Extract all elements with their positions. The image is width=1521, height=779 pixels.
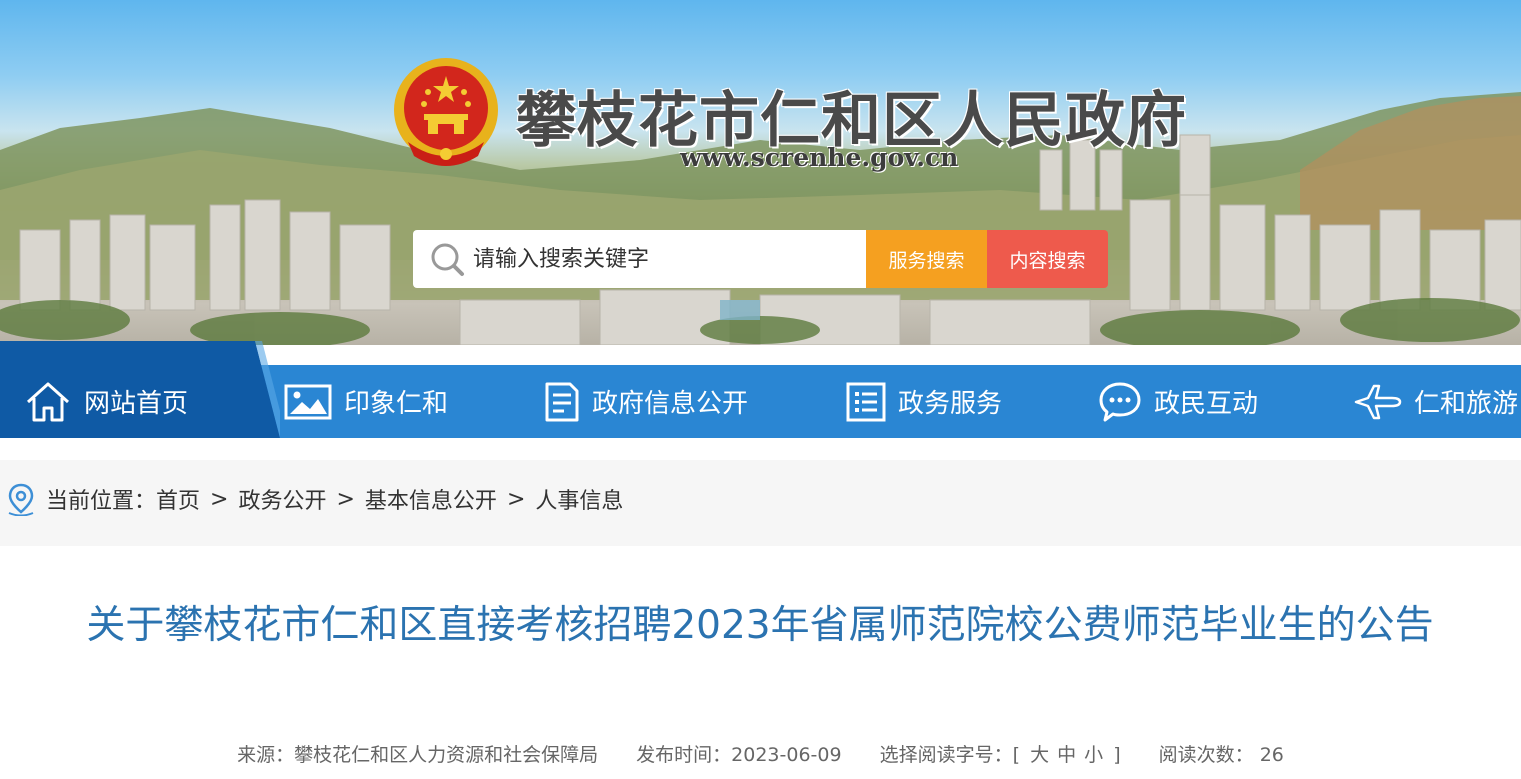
article-meta: 来源：攀枝花仁和区人力资源和社会保障局 发布时间：2023-06-09 选择阅读… [0, 740, 1521, 767]
breadcrumb-link-personnel[interactable]: 人事信息 [535, 483, 623, 515]
views-label: 阅读次数： [1158, 744, 1254, 766]
nav-item-gov-service[interactable]: 政务服务 [846, 365, 1002, 438]
view-count: 阅读次数： 26 [1159, 744, 1284, 766]
nav-item-interaction[interactable]: 政民互动 [1098, 365, 1258, 438]
search-input[interactable] [473, 246, 853, 272]
nav-item-label: 仁和旅游 [1414, 389, 1519, 419]
nav-item-home[interactable]: 网站首页 [24, 365, 188, 438]
source-label: 来源： [237, 744, 295, 766]
search-icon [431, 243, 464, 276]
breadcrumb-separator: > [210, 486, 229, 512]
service-search-button[interactable]: 服务搜索 [866, 230, 987, 288]
date-value: 2023-06-09 [731, 744, 842, 766]
breadcrumb-link-home[interactable]: 首页 [156, 483, 200, 515]
chat-icon [1099, 382, 1141, 421]
nav-item-label: 网站首页 [84, 389, 189, 419]
airplane-icon [1354, 384, 1402, 419]
breadcrumb: 当前位置： 首页 > 政务公开 > 基本信息公开 > 人事信息 [6, 482, 623, 516]
location-pin-icon [8, 483, 34, 516]
header-banner: 攀枝花市仁和区人民政府 www.screnhe.gov.cn 服务搜索 内容搜索 [0, 0, 1521, 345]
national-emblem-logo [394, 58, 498, 166]
nav-item-tourism[interactable]: 仁和旅游 [1354, 365, 1518, 438]
article-title: 关于攀枝花市仁和区直接考核招聘2023年省属师范院校公费师范毕业生的公告 [86, 603, 1434, 648]
font-size-selector: 选择阅读字号：[ 大中小 ] [879, 744, 1121, 766]
site-url: www.screnhe.gov.cn [680, 143, 959, 172]
home-icon [26, 382, 70, 421]
nav-item-label: 印象仁和 [344, 389, 449, 419]
font-size-small-link[interactable]: 小 [1084, 744, 1103, 766]
nav-item-label: 政府信息公开 [592, 389, 749, 419]
list-icon [846, 382, 886, 421]
breadcrumb-prefix: 当前位置： [46, 489, 157, 514]
nav-item-label: 政民互动 [1154, 389, 1259, 419]
publish-date: 发布时间：2023-06-09 [636, 744, 841, 766]
picture-icon [284, 384, 332, 419]
source-info: 来源：攀枝花仁和区人力资源和社会保障局 [237, 744, 598, 766]
nav-item-gov-info[interactable]: 政府信息公开 [544, 365, 748, 438]
city-scenery-image [0, 92, 1521, 345]
breadcrumb-link-basic-info[interactable]: 基本信息公开 [365, 483, 497, 515]
breadcrumb-separator: > [336, 486, 355, 512]
nav-item-label: 政务服务 [898, 389, 1003, 419]
content-search-button[interactable]: 内容搜索 [987, 230, 1108, 288]
views-value: 26 [1259, 744, 1284, 766]
font-size-large-link[interactable]: 大 [1030, 744, 1049, 766]
nav-item-impression[interactable]: 印象仁和 [284, 365, 448, 438]
search-box [413, 230, 867, 288]
document-icon [545, 382, 579, 421]
breadcrumb-link-gov-affairs[interactable]: 政务公开 [238, 483, 326, 515]
font-size-medium-link[interactable]: 中 [1057, 744, 1076, 766]
date-label: 发布时间： [636, 744, 732, 766]
breadcrumb-separator: > [506, 486, 526, 512]
font-size-label: 选择阅读字号： [879, 744, 1013, 766]
source-value: 攀枝花仁和区人力资源和社会保障局 [294, 744, 599, 766]
